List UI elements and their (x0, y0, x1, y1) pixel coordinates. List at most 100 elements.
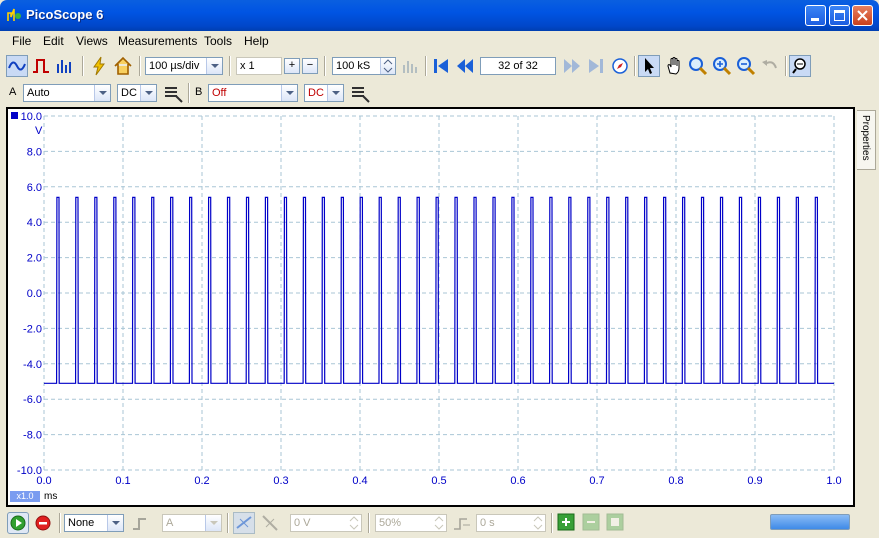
hd-button[interactable] (399, 55, 421, 77)
channel-a-axis-marker[interactable] (11, 112, 18, 119)
minimize-button[interactable] (805, 5, 826, 26)
scope-mode-button[interactable] (6, 55, 28, 77)
advanced-trigger-button[interactable] (130, 513, 152, 535)
y-axis: 10.08.06.04.02.00.0-2.0-4.0-6.0-8.0-10.0 (17, 111, 42, 477)
undo-zoom-button[interactable] (759, 55, 781, 77)
next-buffer-button[interactable] (561, 55, 583, 77)
samples-field[interactable]: 100 kS (332, 57, 396, 75)
select-tool-button[interactable] (638, 55, 660, 77)
multiplier-decrease-button[interactable]: − (302, 58, 318, 74)
stop-button[interactable] (32, 512, 54, 534)
channel-b-range-select[interactable]: Off (208, 84, 298, 102)
maximize-button[interactable] (829, 5, 850, 26)
trigger-threshold-field[interactable]: 0 V (290, 514, 362, 532)
x-tick-label: 0.1 (115, 475, 130, 487)
default-setup-button[interactable] (112, 55, 134, 77)
threshold-spinner[interactable] (347, 515, 361, 531)
falling-edge-icon (262, 515, 278, 531)
falling-edge-button[interactable] (259, 512, 281, 534)
timebase-select[interactable]: 100 µs/div (145, 57, 223, 75)
plus-icon: + (288, 59, 296, 71)
y-tick-label: 4.0 (27, 217, 42, 229)
scope-view[interactable]: 10.0 8.0 6.0 4.0 2.0 0.0 -2.0 -4.0 -6.0 -8.0 -10.0… (6, 107, 855, 507)
persistence-mode-button[interactable] (30, 55, 52, 77)
channel-toolbar: A Auto DC B Off DC (0, 80, 879, 106)
delay-spinner[interactable] (531, 515, 545, 531)
picoscope-app-icon (7, 8, 21, 21)
channel-a-range-value: Auto (27, 87, 50, 99)
x-tick-label: 0.5 (431, 475, 446, 487)
menu-help[interactable]: Help (244, 34, 269, 48)
menu-file[interactable]: File (12, 34, 31, 48)
lightning-icon (93, 56, 105, 76)
menu-views[interactable]: Views (76, 34, 108, 48)
samples-spinner[interactable] (380, 58, 395, 74)
x-tick-label: 0.4 (352, 475, 367, 487)
channel-a-range-select[interactable]: Auto (23, 84, 111, 102)
last-buffer-button[interactable] (585, 55, 607, 77)
spectrum-mode-button[interactable] (54, 55, 76, 77)
toolbar-separator (368, 513, 370, 533)
minimize-icon (811, 18, 819, 21)
trigger-delay-field[interactable]: 0 s (476, 514, 546, 532)
channel-a-options-button[interactable] (162, 82, 184, 104)
pre-trigger-spinner[interactable] (432, 515, 446, 531)
pre-trigger-field[interactable]: 50% (375, 514, 447, 532)
menu-measurements[interactable]: Measurements (118, 34, 197, 48)
zoom-to-fit-button[interactable] (789, 55, 811, 77)
close-button[interactable] (852, 5, 873, 26)
close-icon (857, 10, 868, 21)
buffer-navigator-button[interactable] (609, 55, 631, 77)
hand-tool-button[interactable] (663, 55, 685, 77)
start-button[interactable] (7, 512, 29, 534)
ruler-settings-icon (606, 513, 624, 531)
trigger-mode-select[interactable]: None (64, 514, 124, 532)
channel-options-icon (165, 87, 183, 103)
spin-arrows-icon (349, 516, 359, 530)
chevron-down-icon (327, 85, 343, 101)
buffer-position-field[interactable]: 32 of 32 (480, 57, 556, 75)
channel-b-options-button[interactable] (349, 82, 371, 104)
delay-icon (454, 518, 470, 530)
channel-b-coupling-select[interactable]: DC (304, 84, 344, 102)
y-tick-label: 10.0 (21, 111, 42, 123)
rising-edge-button[interactable] (233, 512, 255, 534)
toolbar-separator (229, 56, 231, 76)
toolbar-separator (188, 83, 190, 103)
minus-icon: − (306, 59, 314, 71)
add-ruler-button[interactable] (557, 513, 575, 531)
x-tick-label: 0.8 (668, 475, 683, 487)
menu-edit[interactable]: Edit (43, 34, 64, 48)
trigger-channel-select[interactable]: A (162, 514, 222, 532)
spin-arrows-icon (434, 516, 444, 530)
properties-tab[interactable]: Properties (857, 110, 876, 170)
channel-b-label: B (195, 86, 203, 98)
first-buffer-button[interactable] (430, 55, 452, 77)
ruler-settings-button[interactable] (606, 513, 624, 531)
waveform-plot[interactable]: 10.08.06.04.02.00.0-2.0-4.0-6.0-8.0-10.0… (8, 109, 853, 505)
zoom-out-button[interactable] (735, 55, 757, 77)
toolbar-separator (82, 56, 84, 76)
remove-ruler-button[interactable] (582, 513, 600, 531)
trigger-toolbar: None A 0 V 50% 0 s (0, 509, 879, 538)
zoom-multiplier-field[interactable]: x 1 (236, 57, 282, 75)
maximize-icon (834, 10, 845, 21)
zoom-area-button[interactable] (687, 55, 709, 77)
channel-a-coupling-value: DC (121, 87, 137, 99)
multiplier-increase-button[interactable]: + (284, 58, 300, 74)
play-circle-icon (10, 515, 26, 531)
x-tick-label: 0.3 (273, 475, 288, 487)
hand-icon (667, 57, 680, 75)
chevron-down-icon (140, 85, 156, 101)
scope-wave-icon (8, 61, 26, 71)
previous-buffer-button[interactable] (454, 55, 476, 77)
post-trigger-delay-button[interactable] (451, 513, 473, 535)
zoom-in-button[interactable] (711, 55, 733, 77)
toolbar-separator (59, 513, 61, 533)
trigger-threshold-value: 0 V (294, 517, 311, 529)
x-unit-label: ms (44, 491, 58, 502)
channel-a-coupling-select[interactable]: DC (117, 84, 157, 102)
auto-setup-button[interactable] (88, 55, 110, 77)
menu-tools[interactable]: Tools (204, 34, 232, 48)
y-tick-label: 0.0 (27, 288, 42, 300)
